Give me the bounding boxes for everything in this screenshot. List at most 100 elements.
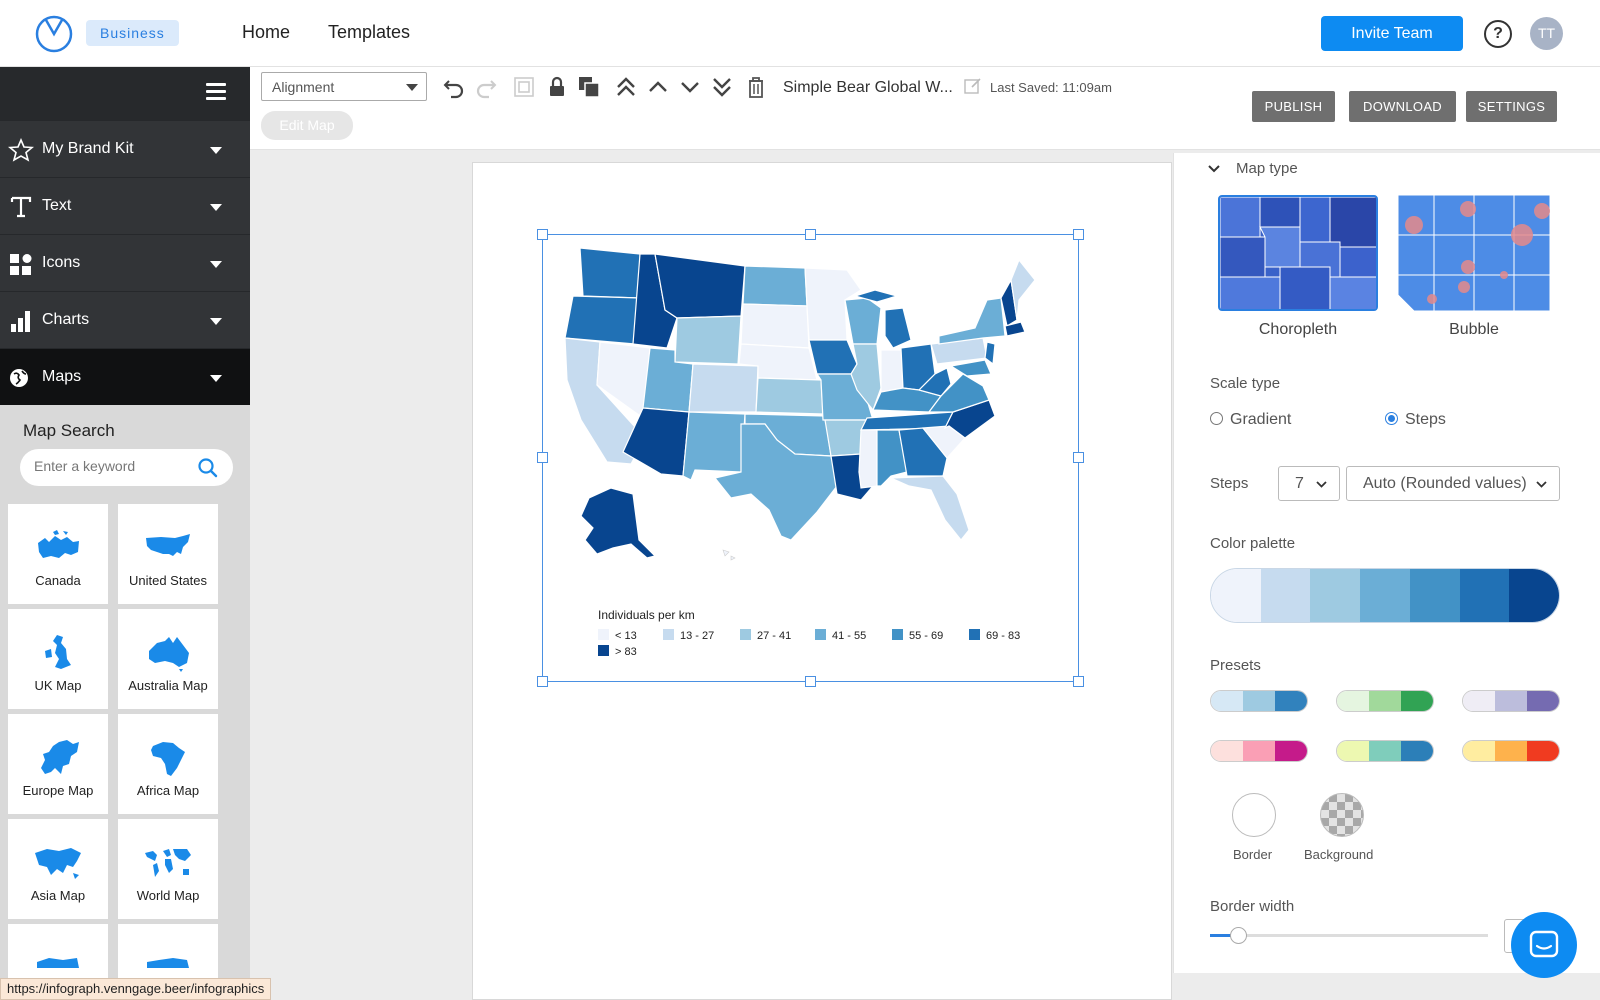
search-icon[interactable] — [197, 457, 218, 478]
redo-icon[interactable] — [474, 75, 498, 99]
palette-color-step[interactable] — [1509, 569, 1559, 622]
undo-icon[interactable] — [442, 75, 466, 99]
chat-support-button[interactable] — [1511, 912, 1577, 978]
map-tile-label: Africa Map — [136, 783, 200, 798]
border-width-slider-handle[interactable] — [1230, 927, 1247, 944]
send-to-back-icon[interactable] — [710, 75, 734, 99]
edit-map-button[interactable]: Edit Map — [261, 111, 353, 140]
lock-icon[interactable] — [545, 75, 569, 99]
color-palette-swatches[interactable] — [1210, 568, 1560, 623]
chevron-down-icon — [210, 204, 222, 211]
map-tile-australia[interactable]: Australia Map — [118, 609, 218, 709]
resize-handle[interactable] — [1073, 229, 1084, 240]
bring-forward-icon[interactable] — [646, 75, 670, 99]
palette-color-step[interactable] — [1211, 569, 1261, 622]
preset-color — [1369, 741, 1401, 761]
hamburger-menu-icon[interactable] — [206, 83, 226, 101]
sidebar-item-text[interactable]: Text — [0, 177, 250, 234]
status-bar-url: https://infograph.venngage.beer/infograp… — [0, 978, 272, 1000]
resize-handle[interactable] — [805, 676, 816, 687]
map-tile-united-states[interactable]: United States — [118, 504, 218, 604]
help-icon[interactable]: ? — [1484, 20, 1512, 48]
sidebar: My Brand Kit Text Icons Charts Maps Map … — [0, 67, 250, 1000]
send-backward-icon[interactable] — [678, 75, 702, 99]
preset-swatch[interactable] — [1210, 740, 1308, 762]
resize-handle[interactable] — [537, 229, 548, 240]
scale-steps-radio[interactable]: Steps — [1385, 411, 1446, 429]
group-icon[interactable] — [512, 75, 536, 99]
rounding-select[interactable]: Auto (Rounded values) — [1346, 466, 1560, 501]
africa-map-icon — [151, 742, 185, 776]
chevron-down-icon — [210, 375, 222, 382]
publish-button[interactable]: PUBLISH — [1252, 91, 1335, 122]
map-tile-label: World Map — [136, 888, 200, 903]
palette-color-step[interactable] — [1459, 569, 1510, 622]
bubble-option[interactable] — [1394, 195, 1554, 311]
palette-color-step[interactable] — [1310, 569, 1361, 622]
steps-label: Steps — [1210, 475, 1249, 492]
palette-color-step[interactable] — [1409, 569, 1460, 622]
map-type-heading[interactable]: Map type — [1236, 160, 1298, 177]
palette-color-step[interactable] — [1260, 569, 1311, 622]
trash-icon[interactable] — [744, 75, 768, 99]
nav-templates[interactable]: Templates — [328, 22, 410, 43]
map-tile-world[interactable]: World Map — [118, 819, 218, 919]
user-avatar[interactable]: TT — [1530, 17, 1563, 50]
map-tile-africa[interactable]: Africa Map — [118, 714, 218, 814]
radio-button[interactable] — [1210, 412, 1223, 425]
download-button[interactable]: DOWNLOAD — [1349, 91, 1456, 122]
document-title[interactable]: Simple Bear Global W... — [783, 79, 953, 97]
canada-map-icon — [38, 530, 79, 558]
map-tile-canada[interactable]: Canada — [8, 504, 108, 604]
border-color-swatch[interactable] — [1232, 793, 1276, 837]
resize-handle[interactable] — [1073, 676, 1084, 687]
chevron-down-icon — [1536, 481, 1547, 488]
top-bar: Business Home Templates Invite Team ? TT — [0, 0, 1600, 67]
nav-home[interactable]: Home — [242, 22, 290, 43]
resize-handle[interactable] — [537, 452, 548, 463]
choropleth-option[interactable] — [1218, 195, 1378, 311]
steps-select[interactable]: 7 — [1278, 466, 1340, 501]
sidebar-item-label: Charts — [42, 311, 90, 328]
bubble-label: Bubble — [1449, 321, 1499, 338]
preset-swatch[interactable] — [1462, 740, 1560, 762]
chevron-down-icon[interactable] — [1208, 165, 1220, 173]
preset-swatch[interactable] — [1462, 690, 1560, 712]
preset-swatch[interactable] — [1210, 690, 1308, 712]
chat-icon — [1529, 930, 1559, 958]
alignment-dropdown[interactable]: Alignment — [261, 72, 427, 101]
edit-title-icon[interactable] — [963, 76, 983, 96]
map-tile-europe[interactable]: Europe Map — [8, 714, 108, 814]
map-search-input[interactable] — [34, 458, 194, 474]
text-icon — [10, 196, 32, 218]
duplicate-icon[interactable] — [577, 75, 601, 99]
preset-swatch[interactable] — [1336, 740, 1434, 762]
map-tile-asia[interactable]: Asia Map — [8, 819, 108, 919]
map-tile-label: Canada — [35, 573, 81, 588]
palette-color-step[interactable] — [1360, 569, 1410, 622]
settings-button[interactable]: SETTINGS — [1466, 91, 1557, 122]
map-tile-label: Australia Map — [128, 678, 208, 693]
preset-swatch[interactable] — [1336, 690, 1434, 712]
scale-gradient-radio[interactable]: Gradient — [1210, 411, 1291, 429]
invite-team-button[interactable]: Invite Team — [1321, 16, 1463, 51]
border-width-slider-track[interactable] — [1210, 934, 1488, 937]
bar-chart-icon — [11, 311, 30, 332]
chevron-down-icon — [1316, 481, 1327, 488]
resize-handle[interactable] — [805, 229, 816, 240]
sidebar-item-icons[interactable]: Icons — [0, 234, 250, 291]
bring-to-front-icon[interactable] — [614, 75, 638, 99]
resize-handle[interactable] — [1073, 452, 1084, 463]
venngage-logo-icon[interactable] — [34, 14, 74, 54]
selection-frame[interactable] — [542, 234, 1079, 682]
background-color-swatch[interactable] — [1320, 793, 1364, 837]
sidebar-item-charts[interactable]: Charts — [0, 291, 250, 348]
sidebar-item-maps[interactable]: Maps — [0, 348, 250, 405]
sidebar-item-brand-kit[interactable]: My Brand Kit — [0, 120, 250, 177]
radio-button-selected[interactable] — [1385, 412, 1398, 425]
resize-handle[interactable] — [537, 676, 548, 687]
preset-color — [1527, 741, 1559, 761]
dropdown-arrow-icon — [406, 84, 418, 91]
map-tile-uk[interactable]: UK Map — [8, 609, 108, 709]
preset-color — [1337, 691, 1369, 711]
